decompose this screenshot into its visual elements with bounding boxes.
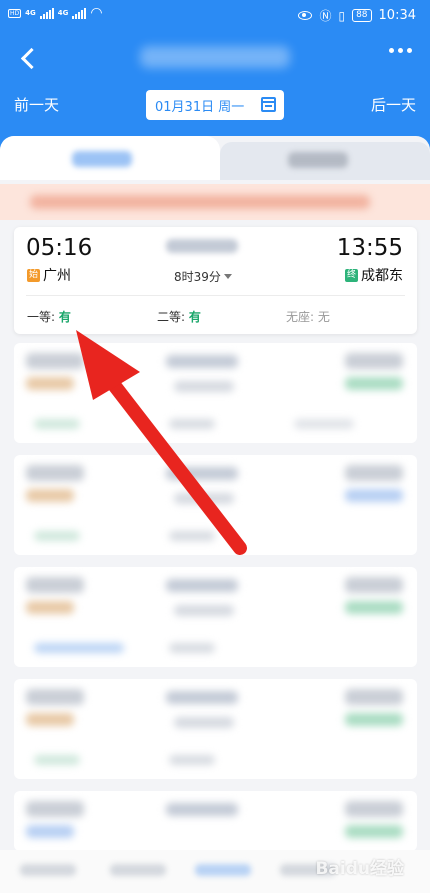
- arrow-head: [76, 330, 140, 400]
- annotation-arrow: [76, 330, 247, 555]
- arrow-shaft: [97, 365, 247, 555]
